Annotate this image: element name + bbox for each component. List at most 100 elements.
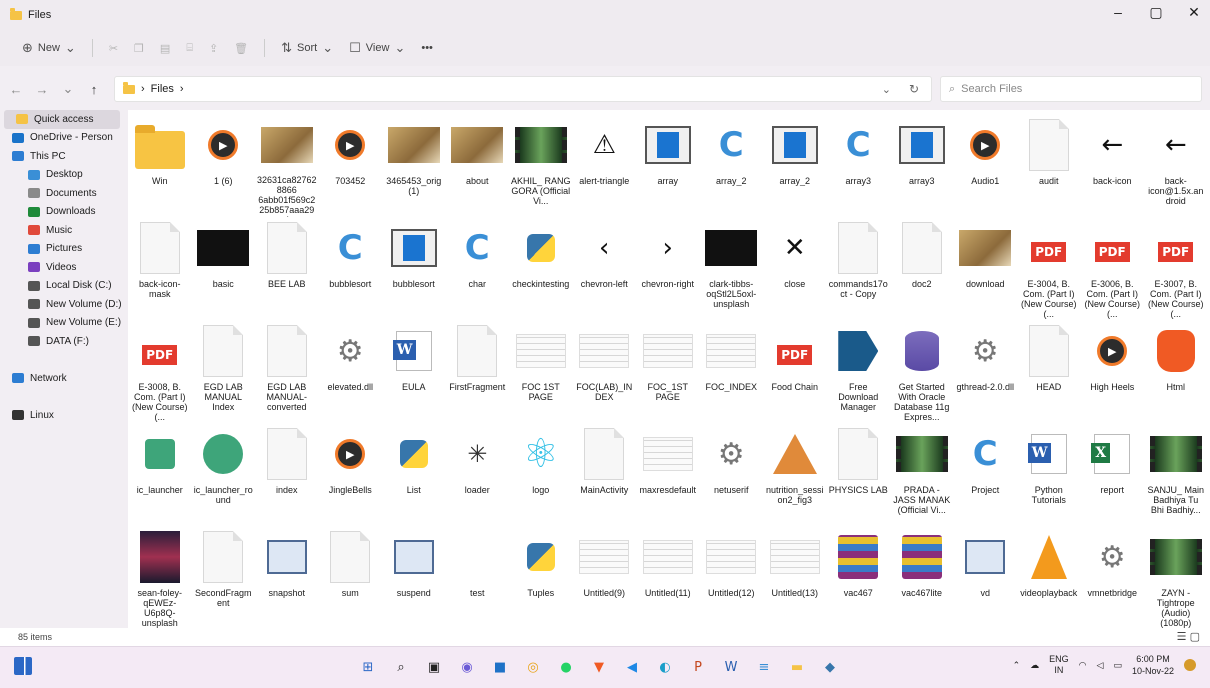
brave-icon[interactable]: ▼ [587,655,611,679]
file-item[interactable]: FOC_1ST PAGE [636,320,700,423]
tray-chevron-icon[interactable]: ⌃ [1013,660,1021,671]
whatsapp-icon[interactable]: ● [554,655,578,679]
file-item[interactable]: 3465453_orig (1) [382,114,446,217]
recent-chevron-icon[interactable]: ⌄ [58,81,78,97]
file-item[interactable]: Free Download Manager [827,320,891,423]
up-arrow-icon[interactable]: ↑ [84,82,104,97]
share-icon[interactable]: ⇪ [209,42,218,55]
file-item[interactable]: PDF E-3007, B. Com. (Part I) (New Course)… [1144,217,1208,320]
chrome-icon[interactable]: ◎ [521,655,545,679]
cut-icon[interactable]: ✂ [109,42,118,55]
search-input[interactable]: ⌕ Search Files [940,76,1202,102]
tiles-view-icon[interactable]: ▢ [1190,631,1200,643]
copy-icon[interactable]: ❐ [134,42,144,55]
search-icon[interactable]: ⌕ [389,655,413,679]
sidebar-item[interactable]: OneDrive - Person [0,129,124,148]
rename-icon[interactable]: ⌸ [186,42,193,55]
widgets-icon[interactable] [14,657,32,675]
file-item[interactable]: doc2 [890,217,954,320]
file-item[interactable]: Untitled(13) [763,526,827,629]
powerpoint-icon[interactable]: P [686,655,710,679]
file-item[interactable]: SecondFragment [192,526,256,629]
python-icon[interactable]: ◆ [818,655,842,679]
file-item[interactable]: ⚛ logo [509,423,573,526]
file-item[interactable]: Cbubblesort [319,217,383,320]
breadcrumb[interactable]: Files [151,83,174,95]
file-item[interactable]: ⚙ elevated.dll [319,320,383,423]
file-item[interactable]: Untitled(9) [573,526,637,629]
file-item[interactable]: sean-foley-qEWEz-U6p8Q-unsplash [128,526,192,629]
clock[interactable]: 6:00 PM 10-Nov-22 [1132,653,1174,677]
sidebar-item[interactable]: Desktop [0,166,124,185]
back-arrow-icon[interactable]: ← [6,82,26,97]
sidebar-item[interactable]: Local Disk (C:) [0,277,124,296]
file-item[interactable]: videoplayback [1017,526,1081,629]
word-icon[interactable]: W [719,655,743,679]
wifi-icon[interactable]: ◠ [1079,660,1087,671]
edge-icon[interactable]: ◐ [653,655,677,679]
file-item[interactable]: array_2 [763,114,827,217]
maximize-button[interactable]: ▢ [1148,4,1164,21]
notepad-icon[interactable]: ≡ [752,655,776,679]
sort-button[interactable]: ⇅ Sort ⌄ [281,40,333,56]
file-item[interactable]: ← back-icon@1.5x.android [1144,114,1208,217]
file-item[interactable]: Untitled(12) [700,526,764,629]
file-item[interactable]: ▶ Audio1 [954,114,1018,217]
file-item[interactable]: EGD LAB MANUAL-converted [255,320,319,423]
file-item[interactable]: array3 [890,114,954,217]
details-view-icon[interactable]: ☰ [1177,631,1187,643]
file-item[interactable]: › chevron-right [636,217,700,320]
file-item[interactable]: ▶ High Heels [1081,320,1145,423]
new-button[interactable]: ⊕ New ⌄ [22,40,76,56]
file-item[interactable]: HEAD [1017,320,1081,423]
sidebar-item[interactable]: Quick access [4,110,120,129]
file-item[interactable]: PHYSICS LAB [827,423,891,526]
sidebar-item[interactable]: Network [0,369,124,388]
start-icon[interactable]: ⊞ [356,655,380,679]
file-item[interactable]: about [446,114,510,217]
file-item[interactable]: AKHIL_ RANG GORA (Official Vi... [509,114,573,217]
file-item[interactable]: index [255,423,319,526]
vscode-icon[interactable]: ◀ [620,655,644,679]
file-item[interactable]: Carray_2 [700,114,764,217]
file-item[interactable]: ZAYN - Tightrope (Audio)(1080p) [1144,526,1208,629]
file-item[interactable]: SANJU_ Main Badhiya Tu Bhi Badhiy... [1144,423,1208,526]
file-item[interactable]: ic_launcher_round [192,423,256,526]
file-item[interactable]: MainActivity [573,423,637,526]
files-icon[interactable]: ▬ [785,655,809,679]
file-item[interactable]: PDF E-3008, B. Com. (Part I) (New Course)… [128,320,192,423]
file-item[interactable]: clark-tibbs-oqStl2L5oxl-unsplash [700,217,764,320]
file-item[interactable]: 32631ca827628866​6abb01f569c225b857aaa29… [255,114,319,217]
file-item[interactable]: ⚙ vmnetbridge [1081,526,1145,629]
file-item[interactable]: basic [192,217,256,320]
file-item[interactable]: PDF Food Chain [763,320,827,423]
sidebar-item[interactable]: New Volume (D:) [0,295,124,314]
taskview-icon[interactable]: ▣ [422,655,446,679]
file-item[interactable]: ⚙ netuserif [700,423,764,526]
file-item[interactable]: array [636,114,700,217]
cloud-icon[interactable]: ☁ [1030,660,1039,671]
view-toggle[interactable]: ☰ ▢ [1177,630,1200,643]
file-item[interactable]: FOC_INDEX [700,320,764,423]
file-item[interactable]: W Python Tutorials [1017,423,1081,526]
file-item[interactable]: W EULA [382,320,446,423]
file-item[interactable]: vd [954,526,1018,629]
file-item[interactable]: BEE LAB [255,217,319,320]
sidebar-item[interactable]: Videos [0,258,124,277]
forward-arrow-icon[interactable]: → [32,82,52,97]
sidebar-item[interactable]: New Volume (E:) [0,314,124,333]
file-item[interactable]: maxresdefault [636,423,700,526]
file-item[interactable]: Cchar [446,217,510,320]
file-item[interactable]: Html [1144,320,1208,423]
battery-icon[interactable]: ▭ [1113,660,1122,671]
file-item[interactable]: checkintesting [509,217,573,320]
file-item[interactable]: suspend [382,526,446,629]
file-item[interactable]: PDF E-3004, B. Com. (Part I) (New Course)… [1017,217,1081,320]
file-item[interactable]: audit [1017,114,1081,217]
file-item[interactable]: vac467 [827,526,891,629]
sidebar-item[interactable]: Pictures [0,240,124,259]
sidebar-item[interactable]: Documents [0,184,124,203]
file-item[interactable]: ✕ close [763,217,827,320]
store-icon[interactable]: ■ [488,655,512,679]
file-item[interactable]: vac467lite [890,526,954,629]
